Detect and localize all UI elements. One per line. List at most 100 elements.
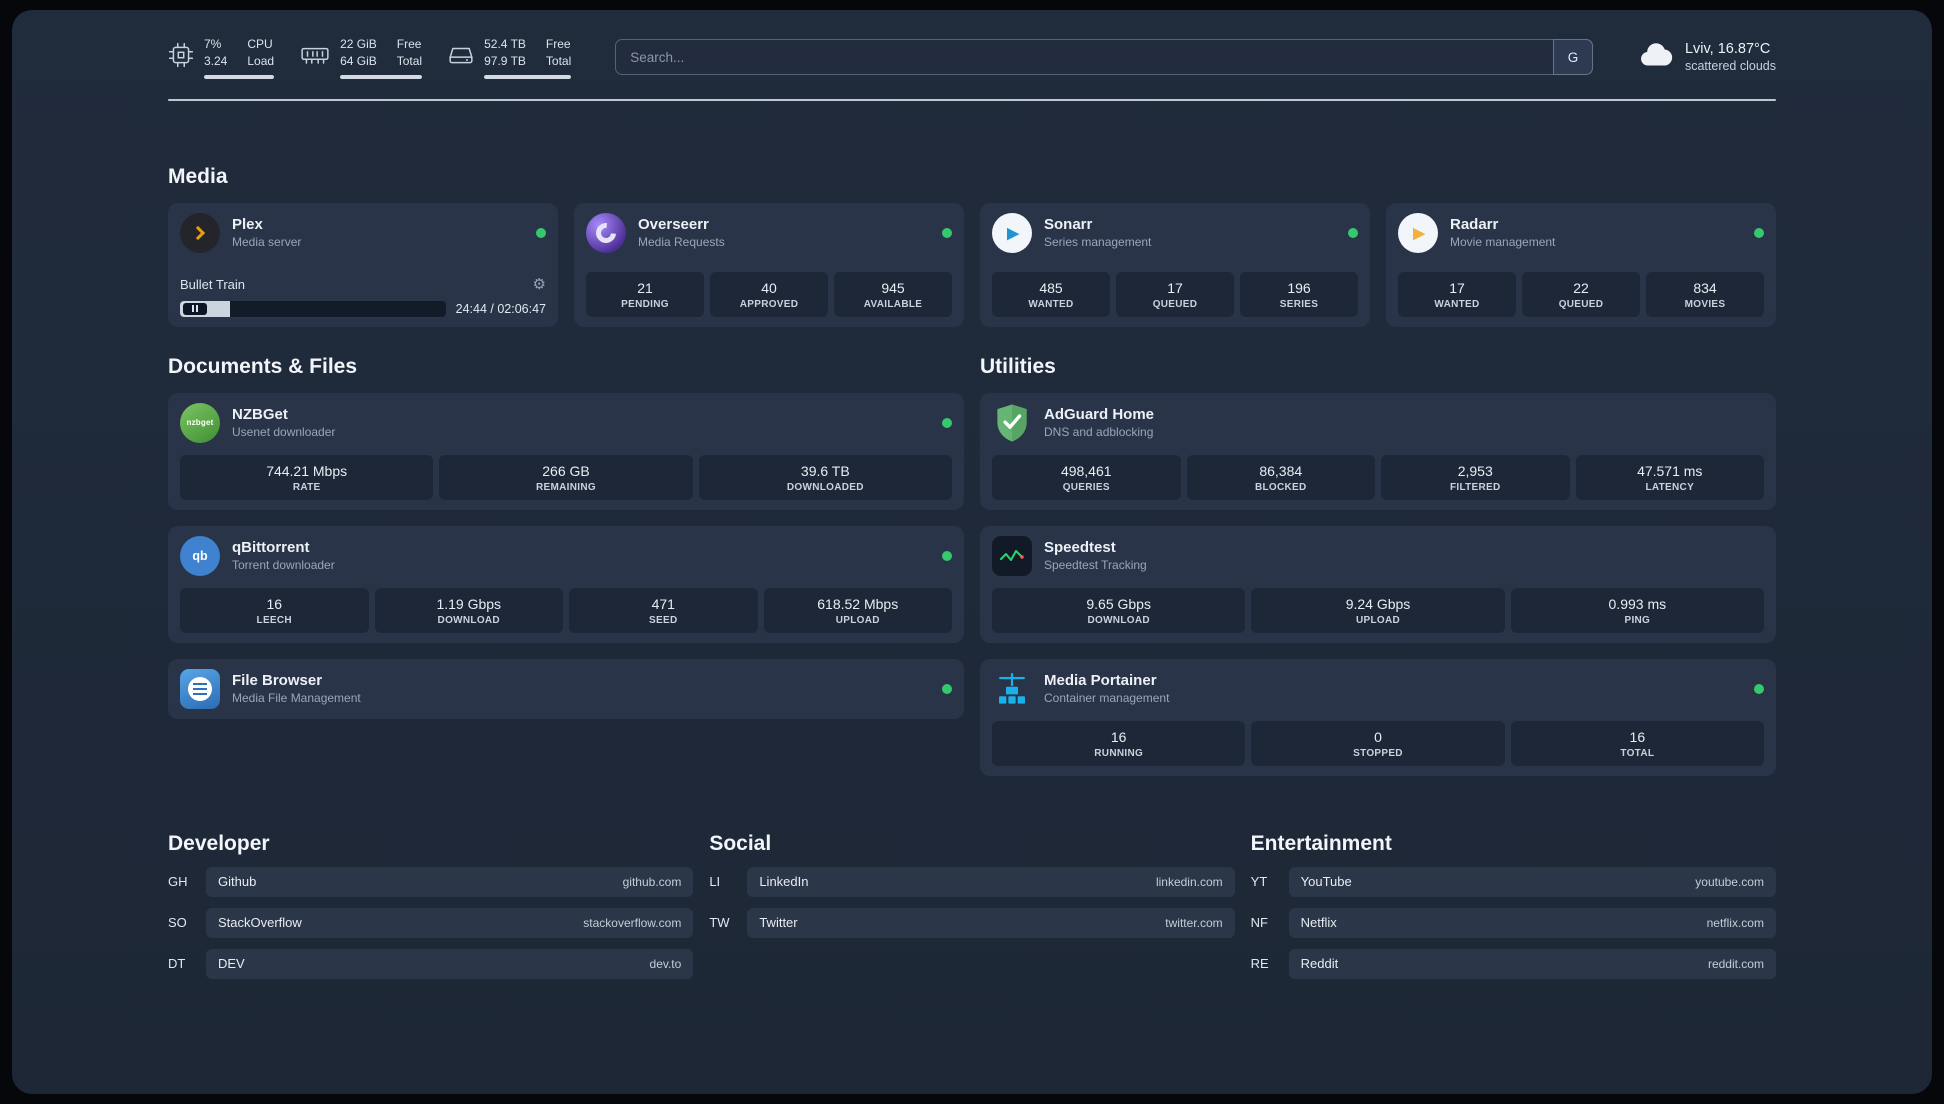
memory-widget: 22 GiB 64 GiB Free Total: [300, 36, 423, 79]
bookmark-dev[interactable]: DT DEV dev.to: [168, 948, 694, 979]
service-name: AdGuard Home: [1044, 406, 1155, 424]
bookmark-name: Github: [218, 874, 257, 890]
search-input[interactable]: [615, 39, 1593, 76]
cpu-label: CPU: [247, 37, 273, 51]
stat-movies: 834 MOVIES: [1646, 271, 1764, 317]
stat-series: 196 SERIES: [1240, 271, 1358, 317]
bookmark-youtube[interactable]: YT YouTube youtube.com: [1251, 866, 1776, 897]
service-card-radarr[interactable]: ▶ Radarr Movie management 17 WANTED 22 Q…: [1386, 202, 1776, 327]
service-card-overseerr[interactable]: Overseerr Media Requests 21 PENDING 40 A…: [574, 202, 964, 327]
plex-now-playing-widget: Bullet Train ⚙ 24:44 / 02:06:47: [180, 267, 546, 317]
stat-queued: 17 QUEUED: [1116, 271, 1234, 317]
memory-total-label: Total: [396, 53, 423, 68]
card-header: nzbget NZBGet Usenet downloader: [180, 402, 952, 443]
stat-wanted: 485 WANTED: [992, 271, 1110, 317]
card-header: Media Portainer Container management: [992, 669, 1764, 709]
bookmark-domain: dev.to: [649, 956, 682, 971]
service-card-nzbget[interactable]: nzbget NZBGet Usenet downloader 744.21 M…: [168, 392, 964, 510]
pause-button[interactable]: [183, 302, 207, 315]
service-card-adguard[interactable]: AdGuard Home DNS and adblocking 498,461 …: [980, 392, 1776, 510]
disk-free-value: 52.4 TB: [484, 37, 526, 51]
service-subtitle: DNS and adblocking: [1044, 425, 1154, 440]
cpu-load-label: Load: [247, 53, 275, 68]
memory-free-value: 22 GiB: [340, 37, 377, 51]
memory-icon: [300, 36, 330, 68]
service-card-filebrowser[interactable]: File Browser Media File Management: [168, 658, 964, 719]
section-title-media: Media: [168, 164, 228, 188]
memory-progress-bar: [340, 74, 423, 79]
card-header: ▶ Radarr Movie management: [1398, 212, 1764, 253]
bookmarks-section: Developer GH Github github.com SO StackO…: [168, 832, 1776, 1027]
stat-rate: 744.21 Mbps RATE: [180, 454, 434, 500]
stat-wanted: 17 WANTED: [1398, 271, 1516, 317]
topbar: 7% 3.24 CPU Load 22 GiB 64 GiB Free Tota…: [168, 10, 1776, 79]
bookmark-domain: github.com: [622, 874, 682, 889]
stats-row: 16 LEECH 1.19 Gbps DOWNLOAD 471 SEED 618…: [180, 576, 952, 633]
stat-total: 16 TOTAL: [1510, 720, 1764, 766]
bookmark-abbr: GH: [168, 874, 188, 890]
bookmark-domain: reddit.com: [1707, 956, 1764, 971]
radarr-icon: ▶: [1398, 212, 1438, 253]
stat-approved: 40 APPROVED: [710, 271, 828, 317]
weather-condition: scattered clouds: [1684, 59, 1776, 74]
service-card-qbittorrent[interactable]: qb qBittorrent Torrent downloader 16 LEE…: [168, 525, 964, 643]
section-title-entertainment: Entertainment: [1250, 831, 1392, 855]
now-playing-title: Bullet Train: [180, 276, 246, 292]
cpu-widget: 7% 3.24 CPU Load: [168, 36, 275, 79]
service-subtitle: Container management: [1044, 691, 1170, 706]
card-header: Overseerr Media Requests: [586, 212, 952, 253]
stats-row: 17 WANTED 22 QUEUED 834 MOVIES: [1398, 260, 1764, 317]
bookmark-name: Netflix: [1300, 915, 1337, 931]
stat-download: 9.65 Gbps DOWNLOAD: [992, 587, 1246, 633]
service-subtitle: Series management: [1044, 235, 1152, 250]
qbittorrent-icon: qb: [180, 535, 220, 576]
playback-time: 24:44 / 02:06:47: [455, 301, 546, 316]
stat-queued: 22 QUEUED: [1522, 271, 1640, 317]
disk-progress-bar: [484, 74, 572, 79]
stats-row: 21 PENDING 40 APPROVED 945 AVAILABLE: [586, 260, 952, 317]
service-card-plex[interactable]: Plex Media server Bullet Train ⚙ 24:44 /…: [168, 202, 558, 327]
bookmark-github[interactable]: GH Github github.com: [168, 866, 694, 897]
playback-progress-bar[interactable]: [180, 300, 446, 317]
bookmark-name: LinkedIn: [759, 874, 809, 890]
section-title-utilities: Utilities: [980, 354, 1056, 378]
service-name: File Browser: [232, 672, 323, 690]
service-name: Radarr: [1450, 216, 1499, 234]
status-dot: [942, 227, 952, 238]
service-card-speedtest[interactable]: Speedtest Speedtest Tracking 9.65 Gbps D…: [980, 525, 1776, 643]
stat-seed: 471 SEED: [569, 587, 758, 633]
service-name: qBittorrent: [232, 539, 310, 557]
status-dot: [1348, 227, 1358, 238]
bookmark-netflix[interactable]: NF Netflix netflix.com: [1251, 907, 1776, 938]
disk-free-label: Free: [545, 37, 571, 51]
cpu-icon: [168, 36, 194, 68]
service-card-portainer[interactable]: Media Portainer Container management 16 …: [980, 658, 1776, 776]
bookmark-name: DEV: [218, 956, 245, 972]
bookmark-group-social: Social LI LinkedIn linkedin.com TW Twitt…: [709, 832, 1235, 979]
stat-pending: 21 PENDING: [586, 271, 704, 317]
disk-total-label: Total: [545, 53, 572, 68]
bookmark-stackoverflow[interactable]: SO StackOverflow stackoverflow.com: [168, 907, 694, 938]
bookmark-linkedin[interactable]: LI LinkedIn linkedin.com: [709, 866, 1235, 897]
service-name: Media Portainer: [1044, 672, 1157, 690]
bookmark-abbr: TW: [709, 915, 730, 931]
stats-row: 485 WANTED 17 QUEUED 196 SERIES: [992, 260, 1358, 317]
service-name: Overseerr: [638, 216, 709, 234]
stat-filtered: 2,953 FILTERED: [1381, 454, 1570, 500]
bookmark-name: Twitter: [759, 915, 798, 931]
media-grid: Plex Media server Bullet Train ⚙ 24:44 /…: [168, 202, 1776, 327]
gear-icon[interactable]: ⚙: [533, 277, 546, 292]
status-dot: [942, 683, 952, 694]
card-header: File Browser Media File Management: [180, 668, 952, 709]
bookmark-group-entertainment: Entertainment YT YouTube youtube.com NF …: [1251, 832, 1776, 979]
bookmark-twitter[interactable]: TW Twitter twitter.com: [709, 907, 1235, 938]
search-provider-button[interactable]: G: [1552, 39, 1593, 76]
stats-row: 9.65 Gbps DOWNLOAD 9.24 Gbps UPLOAD 0.99…: [992, 576, 1764, 633]
bookmark-name: StackOverflow: [218, 915, 302, 931]
stats-row: 744.21 Mbps RATE 266 GB REMAINING 39.6 T…: [180, 443, 952, 500]
service-card-sonarr[interactable]: ▶ Sonarr Series management 485 WANTED 17…: [980, 202, 1370, 327]
card-header: Plex Media server: [180, 212, 546, 253]
search: G: [615, 39, 1593, 76]
cpu-progress-bar: [204, 74, 275, 79]
bookmark-reddit[interactable]: RE Reddit reddit.com: [1251, 948, 1776, 979]
